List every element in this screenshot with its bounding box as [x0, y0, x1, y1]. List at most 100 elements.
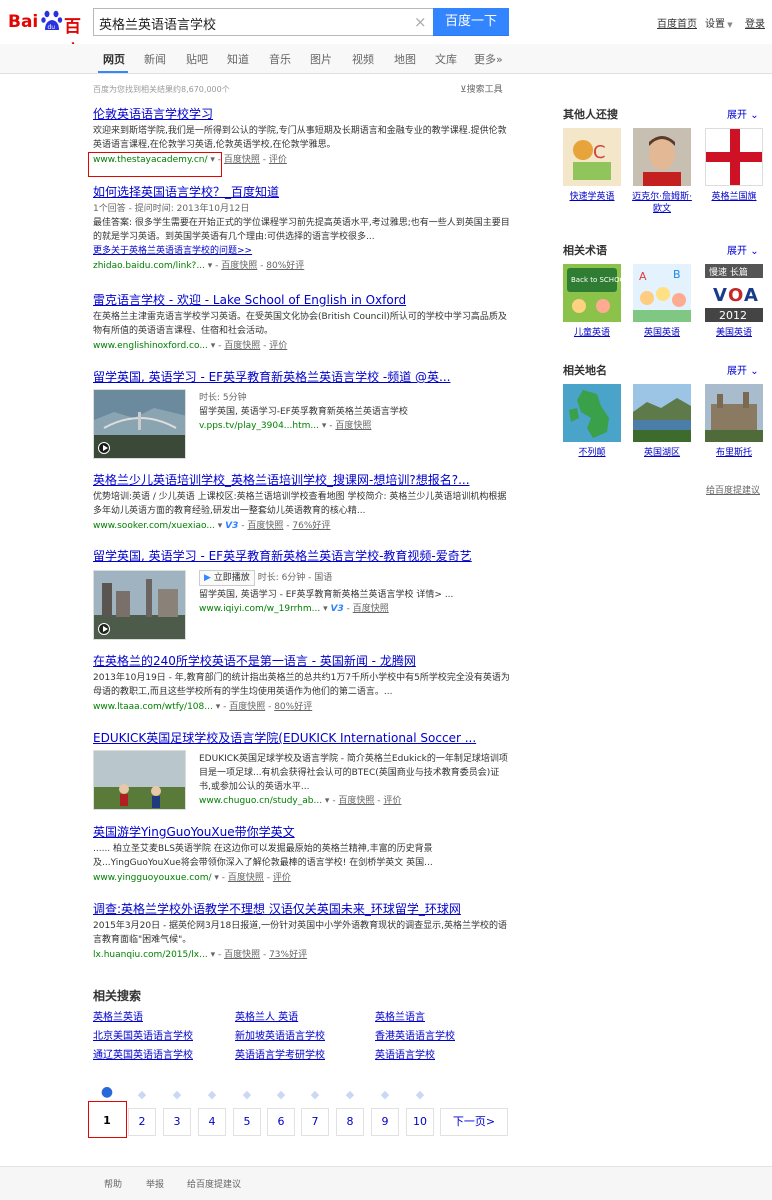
footer-help-link[interactable]: 帮助: [104, 1177, 122, 1190]
snapshot-link[interactable]: 百度快照: [224, 341, 260, 351]
snapshot-link[interactable]: 百度快照: [224, 155, 260, 165]
play-icon[interactable]: [98, 442, 110, 454]
chevron-down-icon[interactable]: ▾: [208, 341, 218, 351]
tab-wenku[interactable]: 文库: [435, 51, 457, 67]
eval-link[interactable]: 评价: [269, 341, 287, 351]
eval-link[interactable]: 80%好评: [266, 261, 304, 271]
related-link[interactable]: 北京美国英语语言学校: [93, 1027, 193, 1042]
sidebar-caption[interactable]: 布里斯托: [703, 447, 765, 459]
search-button[interactable]: 百度一下: [433, 8, 509, 36]
page-link[interactable]: 10: [406, 1108, 434, 1136]
page-link[interactable]: 4: [198, 1108, 226, 1136]
result-title[interactable]: 英国游学YingGuoYouXue带你学英文: [93, 824, 513, 840]
eval-link[interactable]: 评价: [269, 155, 287, 165]
related-link[interactable]: 英格兰英语: [93, 1008, 143, 1023]
eval-link[interactable]: 评价: [273, 873, 291, 883]
result-title[interactable]: 伦敦英语语言学校学习: [93, 106, 513, 122]
chevron-down-icon[interactable]: ▾: [322, 796, 332, 806]
trust-badge[interactable]: V3: [225, 521, 238, 531]
tab-more[interactable]: 更多»: [474, 51, 503, 67]
tab-tieba[interactable]: 贴吧: [186, 51, 208, 67]
result-url[interactable]: www.ltaaa.com/wtfy/108...: [93, 702, 213, 712]
sidebar-caption[interactable]: 快速学英语: [561, 191, 623, 203]
sidebar-caption[interactable]: 不列颠: [561, 447, 623, 459]
sidebar-caption[interactable]: 儿童英语: [561, 327, 623, 339]
sidebar-caption[interactable]: 迈克尔·詹姆斯·欧文: [631, 191, 693, 215]
page-link[interactable]: 9: [371, 1108, 399, 1136]
tab-news[interactable]: 新闻: [144, 51, 166, 67]
sidebar-image[interactable]: C: [563, 128, 621, 186]
result-url[interactable]: www.yingguoyouxue.com/: [93, 873, 212, 883]
page-link[interactable]: 3: [163, 1108, 191, 1136]
snapshot-link[interactable]: 百度快照: [353, 604, 389, 614]
result-url[interactable]: v.pps.tv/play_3904...htm...: [199, 421, 319, 431]
tab-zhidao[interactable]: 知道: [227, 51, 249, 67]
result-title[interactable]: 雷克语言学校 - 欢迎 - Lake School of English in …: [93, 292, 513, 308]
snapshot-link[interactable]: 百度快照: [221, 261, 257, 271]
footer-feedback-link[interactable]: 给百度提建议: [187, 1177, 241, 1190]
chevron-down-icon[interactable]: ▾: [320, 604, 330, 614]
result-title[interactable]: 留学英国, 英语学习 - EF英孚教育新英格兰英语言学校-教育视频-爱奇艺: [93, 548, 513, 564]
search-input[interactable]: 英格兰英语语言学校: [99, 14, 399, 33]
chevron-down-icon[interactable]: ▾: [205, 261, 215, 271]
result-title[interactable]: 在英格兰的240所学校英语不是第一语言 - 英国新闻 - 龙腾网: [93, 653, 513, 669]
result-url[interactable]: www.englishinoxford.co...: [93, 341, 208, 351]
page-link[interactable]: 8: [336, 1108, 364, 1136]
page-link[interactable]: 5: [233, 1108, 261, 1136]
chevron-down-icon[interactable]: ▾: [215, 521, 225, 531]
sidebar-caption[interactable]: 美国英语: [703, 327, 765, 339]
result-thumbnail[interactable]: [93, 750, 186, 810]
result-title[interactable]: 如何选择英国语言学校？_百度知道: [93, 184, 513, 200]
sidebar-image[interactable]: [563, 384, 621, 442]
tab-video[interactable]: 视频: [352, 51, 374, 67]
login-link[interactable]: 登录: [745, 15, 765, 30]
result-title[interactable]: 留学英国, 英语学习 - EF英孚教育新英格兰英语言学校 -频道 @英...: [93, 369, 513, 385]
result-url[interactable]: www.chuguo.cn/study_ab...: [199, 796, 322, 806]
related-link[interactable]: 英格兰人 英语: [235, 1008, 298, 1023]
sidebar-image[interactable]: 慢速 长篇 V O A 2012: [705, 264, 763, 322]
next-page-button[interactable]: 下一页>: [440, 1108, 508, 1136]
related-link[interactable]: 英格兰语言: [375, 1008, 425, 1023]
eval-link[interactable]: 80%好评: [274, 702, 312, 712]
play-icon[interactable]: [98, 623, 110, 635]
tab-map[interactable]: 地图: [394, 51, 416, 67]
tab-images[interactable]: 图片: [310, 51, 332, 67]
play-now-button[interactable]: ▶ 立即播放: [199, 570, 255, 586]
clear-icon[interactable]: ×: [414, 13, 427, 31]
sidebar-caption[interactable]: 英国英语: [631, 327, 693, 339]
result-url[interactable]: www.sooker.com/xuexiao...: [93, 521, 215, 531]
chevron-down-icon[interactable]: ▾: [213, 702, 223, 712]
related-link[interactable]: 英语语言学考研学校: [235, 1046, 325, 1061]
result-url[interactable]: www.iqiyi.com/w_19rrhm...: [199, 604, 320, 614]
sidebar-image[interactable]: AB: [633, 264, 691, 322]
search-box[interactable]: 英格兰英语语言学校 ×: [93, 8, 433, 36]
page-link[interactable]: 7: [301, 1108, 329, 1136]
sidebar-image[interactable]: [705, 384, 763, 442]
expand-link[interactable]: 展开 ⌄: [727, 242, 759, 257]
expand-link[interactable]: 展开 ⌄: [727, 362, 759, 377]
page-link[interactable]: 6: [267, 1108, 295, 1136]
snapshot-link[interactable]: 百度快照: [338, 796, 374, 806]
trust-badge[interactable]: V3: [330, 604, 343, 614]
eval-link[interactable]: 评价: [383, 796, 401, 806]
snapshot-link[interactable]: 百度快照: [224, 950, 260, 960]
snapshot-link[interactable]: 百度快照: [229, 702, 265, 712]
sidebar-image[interactable]: [633, 128, 691, 186]
chevron-down-icon[interactable]: ▾: [319, 421, 329, 431]
eval-link[interactable]: 76%好评: [292, 521, 330, 531]
snapshot-link[interactable]: 百度快照: [228, 873, 264, 883]
sidebar-caption[interactable]: 英国湖区: [631, 447, 693, 459]
snapshot-link[interactable]: 百度快照: [335, 421, 371, 431]
sidebar-caption[interactable]: 英格兰国旗: [703, 191, 765, 203]
eval-link[interactable]: 73%好评: [269, 950, 307, 960]
related-link[interactable]: 香港英语语言学校: [375, 1027, 455, 1042]
footer-report-link[interactable]: 举报: [146, 1177, 164, 1190]
result-title[interactable]: EDUKICK英国足球学校及语言学院(EDUKICK International…: [93, 730, 513, 746]
related-link[interactable]: 新加坡英语语言学校: [235, 1027, 325, 1042]
tab-web[interactable]: 网页: [103, 51, 125, 67]
feedback-link[interactable]: 给百度提建议: [706, 483, 760, 496]
sidebar-image[interactable]: [705, 128, 763, 186]
snapshot-link[interactable]: 百度快照: [247, 521, 283, 531]
settings-link[interactable]: 设置 ▼: [705, 15, 733, 30]
home-link[interactable]: 百度首页: [657, 15, 697, 30]
